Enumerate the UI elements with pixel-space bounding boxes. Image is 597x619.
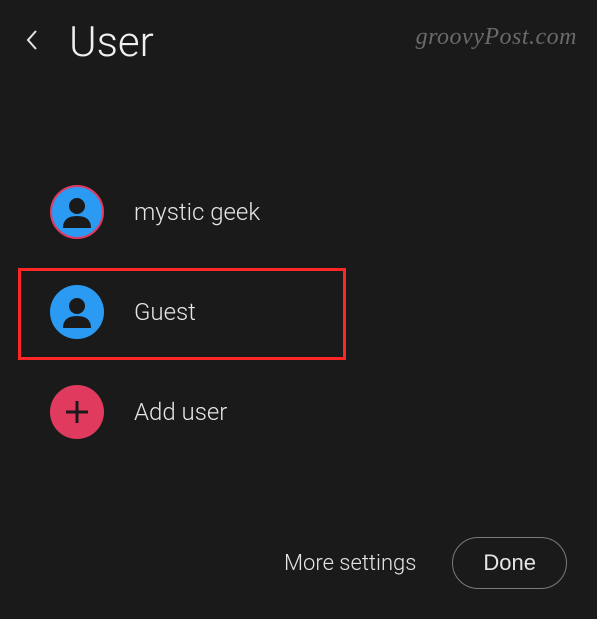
watermark: groovyPost.com [416, 24, 577, 51]
back-icon[interactable] [25, 29, 39, 57]
footer: More settings Done [284, 537, 567, 589]
plus-icon [50, 385, 104, 439]
add-user-item[interactable]: Add user [50, 362, 547, 462]
user-item-guest[interactable]: Guest [50, 262, 547, 362]
user-item-mystic-geek[interactable]: mystic geek [50, 162, 547, 262]
page-title: User [69, 18, 154, 67]
user-label: mystic geek [134, 198, 260, 226]
add-user-label: Add user [134, 398, 227, 426]
user-avatar-icon [50, 285, 104, 339]
user-avatar-icon [50, 185, 104, 239]
user-list: mystic geek Guest Add user [0, 162, 597, 462]
user-label: Guest [134, 298, 196, 326]
done-button[interactable]: Done [452, 537, 567, 589]
more-settings-button[interactable]: More settings [284, 551, 416, 576]
